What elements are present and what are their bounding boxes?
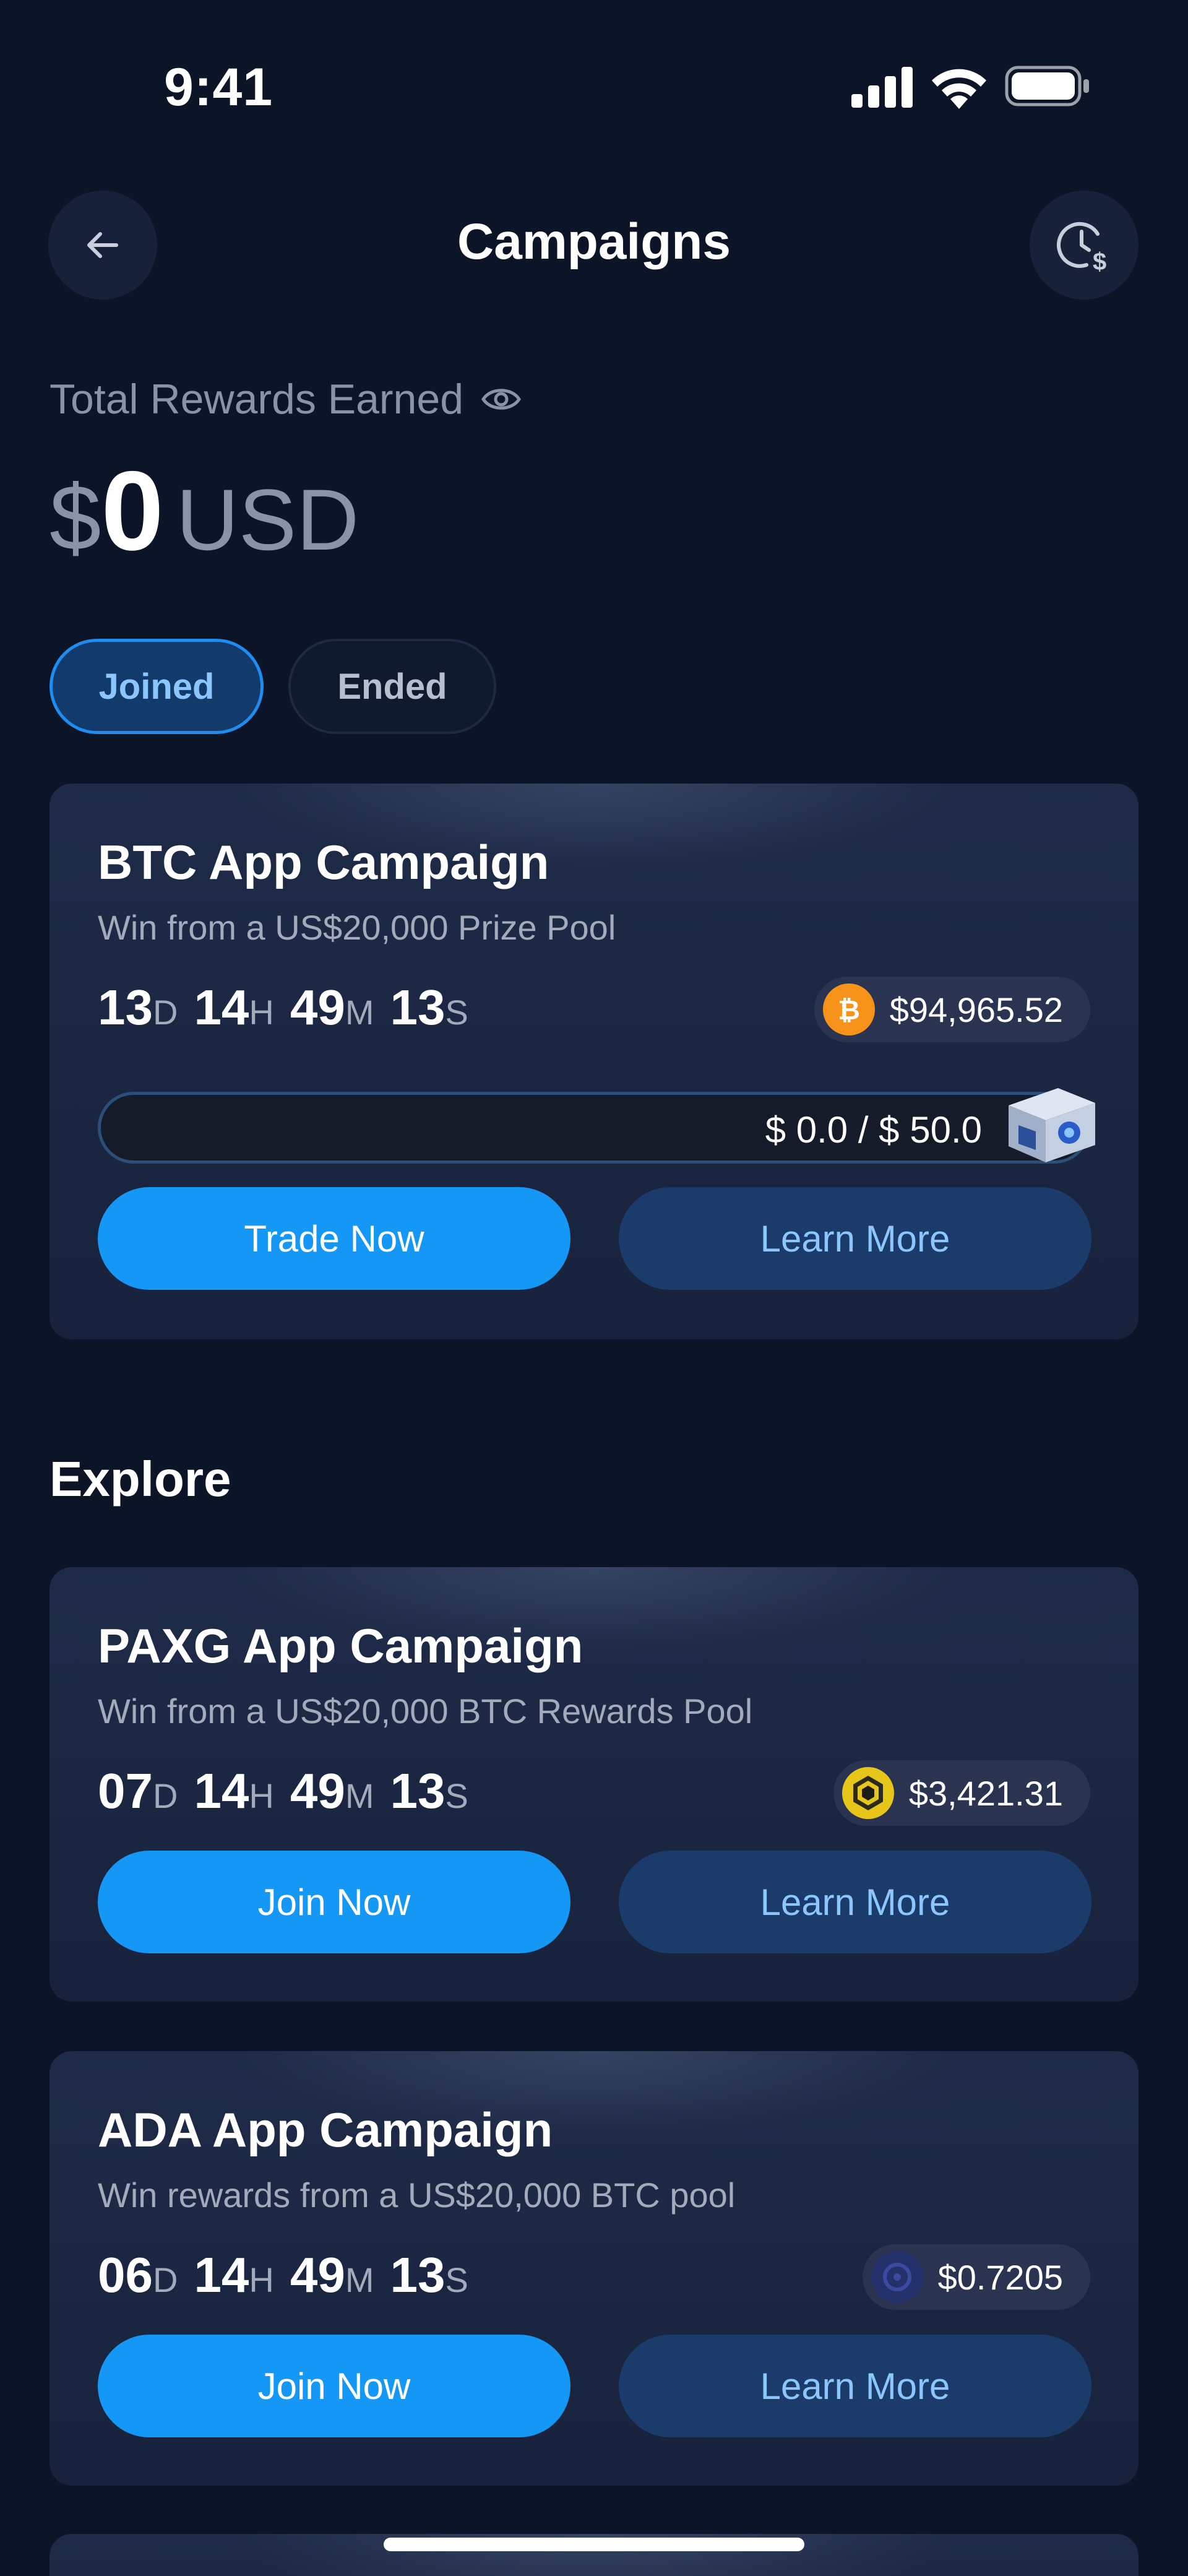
filter-ended[interactable]: Ended (288, 639, 496, 734)
learn-more-button[interactable]: Learn More (619, 1187, 1091, 1290)
countdown-hours: 14 (194, 2247, 249, 2302)
status-time: 9:41 (164, 58, 273, 117)
countdown-hours: 14 (194, 980, 249, 1035)
explore-heading: Explore (50, 1451, 231, 1506)
svg-text:₿: ₿ (838, 995, 860, 1026)
unit-hours: H (249, 1776, 274, 1815)
price-chip: ₿ $94,965.52 (814, 977, 1090, 1042)
countdown-days: 13 (98, 980, 153, 1035)
unit-minutes: M (345, 993, 374, 1032)
campaign-subtitle: Win rewards from a US$20,000 BTC pool (98, 2176, 736, 2215)
unit-minutes: M (345, 1776, 374, 1815)
unit-days: D (152, 1776, 178, 1815)
status-bar: 9:41 (0, 0, 1188, 173)
campaign-card-ada: ADA App Campaign Win rewards from a US$2… (50, 2051, 1138, 2486)
rewards-value: 0 (101, 447, 164, 574)
price-chip: $3,421.31 (833, 1760, 1090, 1826)
currency-symbol: $ (50, 465, 101, 569)
unit-minutes: M (345, 2260, 374, 2299)
countdown-minutes: 49 (290, 980, 345, 1035)
price-chip: $0.7205 (862, 2244, 1090, 2310)
cardano-coin-icon (871, 2251, 923, 2303)
home-indicator[interactable] (384, 2538, 804, 2551)
campaign-card-btc: BTC App Campaign Win from a US$20,000 Pr… (50, 784, 1138, 1339)
campaign-progress-bar: $ 0.0 / $ 50.0 (98, 1092, 1090, 1164)
svg-text:$: $ (1093, 248, 1106, 275)
campaign-title: BTC App Campaign (98, 835, 549, 889)
trade-now-button[interactable]: Trade Now (98, 1187, 570, 1290)
countdown-hours: 14 (194, 1763, 249, 1818)
unit-days: D (152, 2260, 178, 2299)
total-rewards-amount: $ 0 USD (50, 446, 359, 576)
coin-price: $94,965.52 (889, 990, 1063, 1029)
unit-seconds: S (445, 993, 468, 1032)
coin-price: $0.7205 (937, 2257, 1063, 2297)
total-rewards-label: Total Rewards Earned (50, 375, 522, 423)
campaign-title: PAXG App Campaign (98, 1619, 583, 1673)
learn-more-button[interactable]: Learn More (619, 2335, 1091, 2437)
cellular-signal-icon (851, 67, 913, 108)
campaign-countdown: 06 D 14 H 49 M 13 S (98, 2247, 484, 2304)
learn-more-button[interactable]: Learn More (619, 1851, 1091, 1953)
eye-icon[interactable] (481, 384, 522, 415)
countdown-seconds: 13 (390, 2247, 446, 2302)
bitcoin-icon: ₿ (822, 983, 875, 1035)
campaign-subtitle: Win from a US$20,000 BTC Rewards Pool (98, 1692, 753, 1731)
wifi-icon (932, 69, 986, 109)
unit-hours: H (249, 993, 274, 1032)
countdown-seconds: 13 (390, 980, 446, 1035)
treasure-chest-icon (1009, 1088, 1095, 1162)
clock-dollar-icon: $ (1057, 222, 1106, 275)
countdown-days: 07 (98, 1763, 153, 1818)
join-now-button[interactable]: Join Now (98, 2335, 570, 2437)
countdown-seconds: 13 (390, 1763, 446, 1818)
join-now-button[interactable]: Join Now (98, 1851, 570, 1953)
unit-seconds: S (445, 1776, 468, 1815)
campaign-subtitle: Win from a US$20,000 Prize Pool (98, 908, 616, 947)
countdown-minutes: 49 (290, 2247, 345, 2302)
progress-text: $ 0.0 / $ 50.0 (765, 1109, 982, 1151)
unit-days: D (152, 993, 178, 1032)
campaign-title: ADA App Campaign (98, 2103, 553, 2157)
unit-seconds: S (445, 2260, 468, 2299)
reward-history-button[interactable]: $ (1030, 191, 1138, 300)
campaigns-screen: 9:41 Campaigns $ Total Rewards Earned $ … (0, 0, 1188, 2576)
filter-joined[interactable]: Joined (50, 639, 264, 734)
countdown-minutes: 49 (290, 1763, 345, 1818)
coin-price: $3,421.31 (908, 1773, 1063, 1813)
battery-icon (1005, 66, 1089, 106)
total-rewards-label-text: Total Rewards Earned (50, 376, 464, 423)
campaign-card-paxg: PAXG App Campaign Win from a US$20,000 B… (50, 1567, 1138, 2002)
page-title: Campaigns (457, 214, 731, 270)
campaign-countdown: 07 D 14 H 49 M 13 S (98, 1763, 484, 1820)
countdown-days: 06 (98, 2247, 153, 2302)
paxg-coin-icon (842, 1767, 894, 1819)
unit-hours: H (249, 2260, 274, 2299)
currency-unit: USD (176, 471, 359, 568)
campaign-countdown: 13 D 14 H 49 M 13 S (98, 979, 484, 1036)
